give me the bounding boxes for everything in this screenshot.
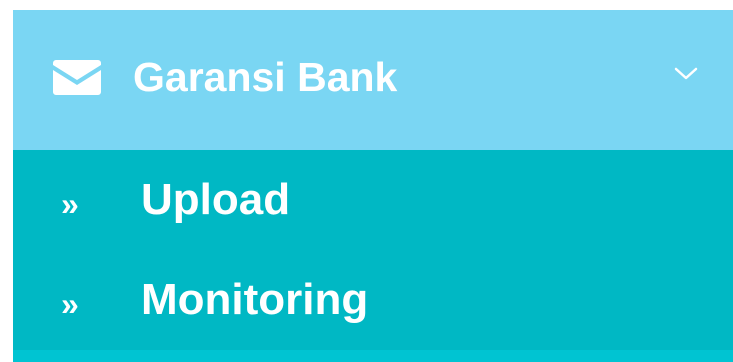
chevron-down-icon[interactable]	[673, 65, 699, 83]
double-chevron-right-icon: »	[61, 186, 79, 222]
double-chevron-right-icon: »	[61, 286, 79, 322]
submenu-item-monitoring[interactable]: » Monitoring	[13, 250, 733, 350]
submenu-item-label: Upload	[141, 175, 291, 224]
envelope-icon	[53, 60, 101, 95]
sidebar-menu: Garansi Bank » Upload » Monitoring	[13, 10, 733, 362]
submenu-item-upload[interactable]: » Upload	[13, 150, 733, 250]
menu-bottom-divider	[13, 350, 733, 362]
menu-group-label: Garansi Bank	[133, 54, 398, 100]
submenu-item-label: Monitoring	[141, 275, 369, 324]
menu-group-garansi-bank[interactable]: Garansi Bank	[13, 10, 733, 150]
